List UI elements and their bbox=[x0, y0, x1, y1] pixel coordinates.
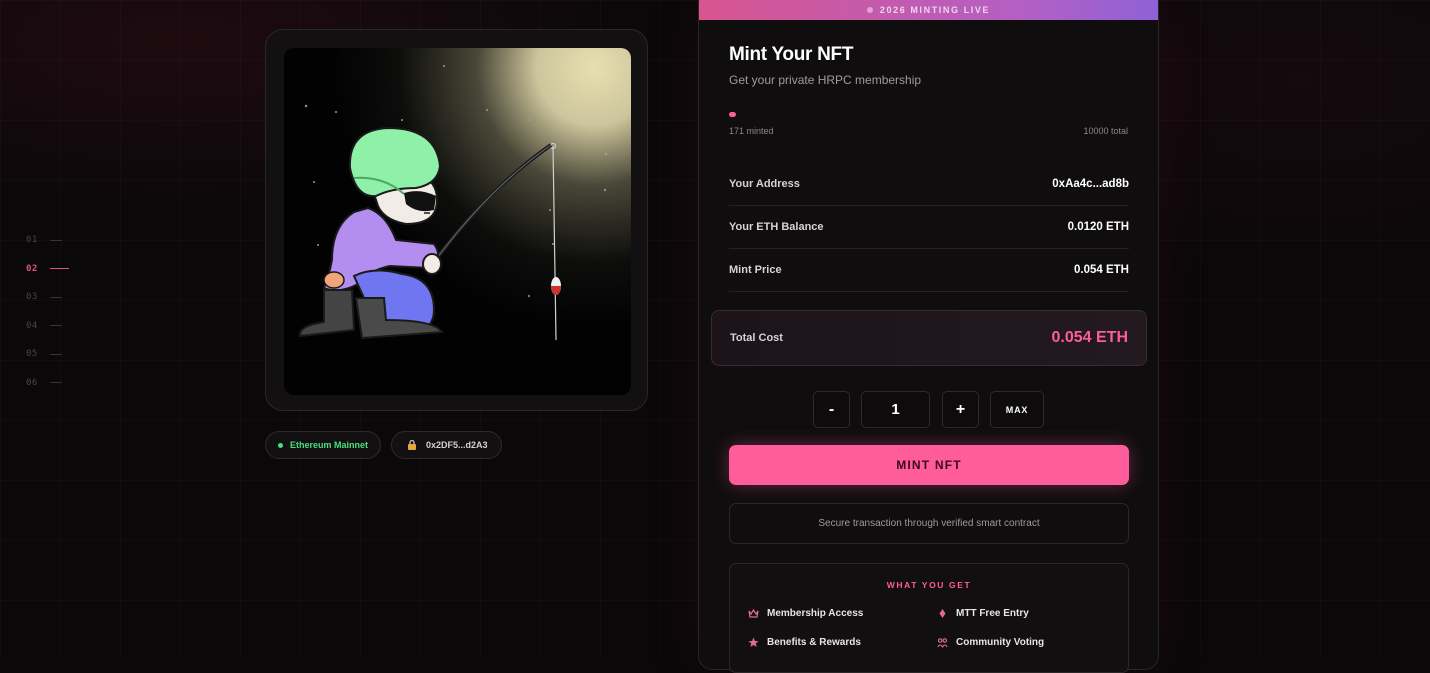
section-nav-item-03[interactable]: 03 bbox=[26, 283, 69, 312]
section-nav-item-02[interactable]: 02 bbox=[26, 255, 69, 284]
secure-transaction-note: Secure transaction through verified smar… bbox=[729, 503, 1129, 544]
decrease-quantity-button[interactable]: - bbox=[813, 391, 850, 428]
section-nav-number: 04 bbox=[26, 320, 38, 331]
benefit-label: Benefits & Rewards bbox=[767, 636, 861, 648]
network-label: Ethereum Mainnet bbox=[290, 440, 369, 450]
increase-quantity-button[interactable]: + bbox=[942, 391, 979, 428]
balance-value: 0.0120 ETH bbox=[1067, 220, 1129, 233]
total-supply: 10000 total bbox=[1083, 126, 1128, 136]
total-cost-box: Total Cost 0.054 ETH bbox=[711, 310, 1147, 366]
total-cost-value: 0.054 ETH bbox=[1051, 329, 1128, 346]
address-label: Your Address bbox=[729, 177, 800, 190]
contract-address-badge[interactable]: 0x2DF5...d2A3 bbox=[391, 431, 502, 459]
minting-live-label: 2026 MINTING LIVE bbox=[879, 5, 991, 15]
section-nav-number: 06 bbox=[26, 377, 38, 388]
live-dot-icon bbox=[866, 7, 873, 13]
section-nav-number: 02 bbox=[26, 263, 38, 274]
benefit-community-voting: Community Voting bbox=[936, 636, 1044, 648]
section-nav-number: 03 bbox=[26, 292, 38, 303]
section-nav-number: 05 bbox=[26, 349, 38, 360]
contract-address-label: 0x2DF5...d2A3 bbox=[426, 440, 488, 450]
benefit-label: MTT Free Entry bbox=[956, 607, 1029, 619]
minting-live-banner: 2026 MINTING LIVE bbox=[699, 0, 1158, 20]
benefits-title: WHAT YOU GET bbox=[886, 580, 972, 590]
benefit-label: Community Voting bbox=[956, 636, 1045, 648]
section-nav-line bbox=[50, 382, 62, 384]
mint-nft-button[interactable]: MINT NFT bbox=[729, 445, 1129, 485]
diamond-icon bbox=[936, 607, 948, 619]
section-nav-item-04[interactable]: 04 bbox=[26, 312, 69, 341]
section-nav-line bbox=[50, 353, 62, 355]
benefit-label: Membership Access bbox=[767, 607, 864, 619]
section-nav-line bbox=[50, 296, 62, 298]
network-status-dot bbox=[278, 442, 283, 448]
nft-artwork-image bbox=[284, 48, 631, 395]
crown-icon bbox=[747, 607, 759, 619]
balance-label: Your ETH Balance bbox=[729, 220, 824, 233]
mint-progress-fill bbox=[729, 112, 736, 117]
mint-panel: 2026 MINTING LIVE Mint Your NFT Get your… bbox=[698, 0, 1159, 673]
benefit-benefits-rewards: Benefits & Rewards bbox=[747, 636, 861, 648]
fishing-character-illustration bbox=[284, 48, 631, 395]
mint-progress-bar bbox=[729, 112, 1129, 117]
total-cost-label: Total Cost bbox=[730, 332, 783, 344]
address-row: Your Address 0xAa4c...ad8b bbox=[729, 162, 1129, 206]
benefit-membership-access: Membership Access bbox=[747, 607, 863, 619]
mint-title: Mint Your NFT bbox=[729, 44, 854, 65]
section-nav-line bbox=[50, 239, 62, 241]
section-nav-item-01[interactable]: 01 bbox=[26, 226, 69, 255]
section-nav-line bbox=[50, 325, 62, 327]
section-nav: 01 02 03 04 05 06 bbox=[26, 226, 69, 397]
section-nav-item-05[interactable]: 05 bbox=[26, 340, 69, 369]
quantity-input[interactable] bbox=[861, 391, 930, 428]
network-badge: Ethereum Mainnet bbox=[265, 431, 381, 459]
section-nav-line bbox=[50, 268, 69, 270]
price-value: 0.054 ETH bbox=[1074, 263, 1129, 276]
benefits-box: WHAT YOU GET Membership Access MTT Free … bbox=[729, 563, 1129, 673]
lock-icon bbox=[408, 439, 416, 450]
price-row: Mint Price 0.054 ETH bbox=[729, 248, 1129, 292]
vote-icon bbox=[936, 636, 948, 648]
nft-artwork-card bbox=[265, 29, 648, 411]
section-nav-number: 01 bbox=[26, 235, 38, 246]
section-nav-item-06[interactable]: 06 bbox=[26, 369, 69, 398]
minted-count: 171 minted bbox=[729, 126, 774, 136]
balance-row: Your ETH Balance 0.0120 ETH bbox=[729, 205, 1129, 249]
star-icon bbox=[747, 636, 759, 648]
benefit-mtt-free-entry: MTT Free Entry bbox=[936, 607, 1029, 619]
price-label: Mint Price bbox=[729, 263, 782, 276]
max-quantity-button[interactable]: MAX bbox=[990, 391, 1044, 428]
address-value: 0xAa4c...ad8b bbox=[1052, 177, 1129, 190]
mint-subtitle: Get your private HRPC membership bbox=[729, 73, 922, 87]
